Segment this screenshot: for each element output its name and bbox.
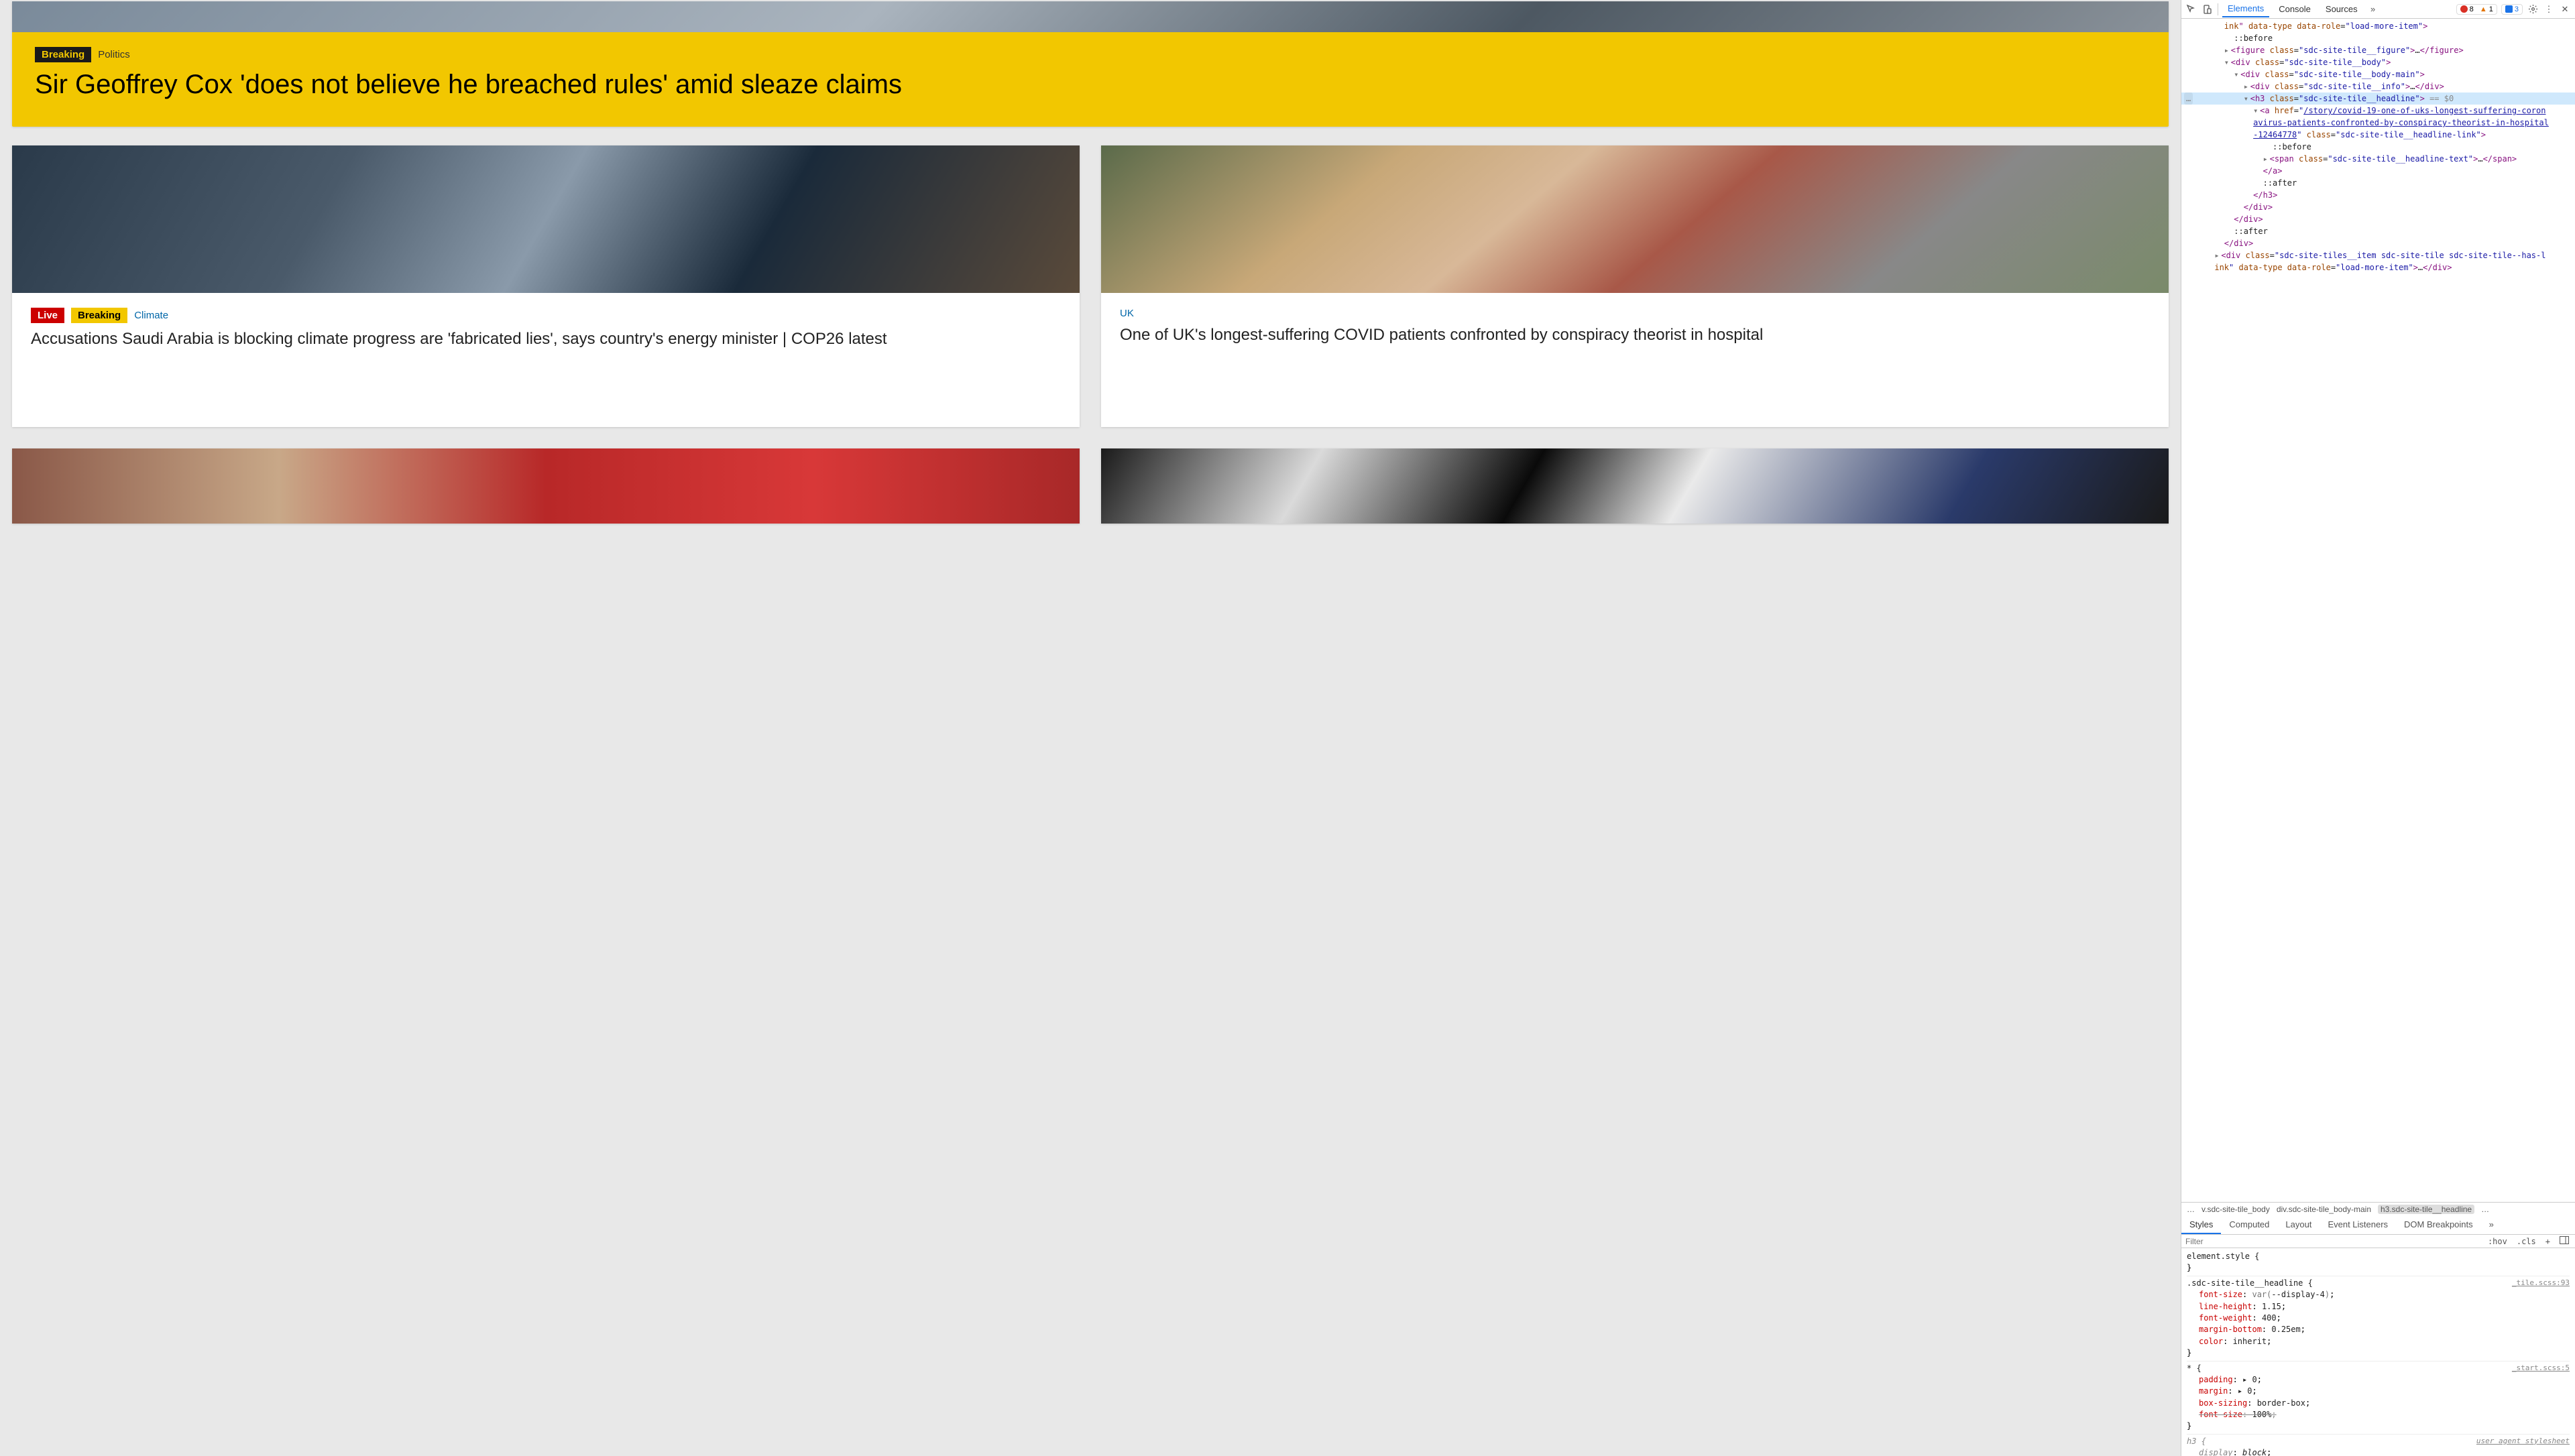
tab-styles[interactable]: Styles — [2181, 1216, 2221, 1234]
device-icon[interactable] — [2201, 3, 2214, 15]
devtools-toolbar: Elements Console Sources » 8 ▲1 3 ⋮ ✕ — [2181, 0, 2575, 19]
tile-image — [12, 448, 1080, 524]
styles-filter-bar: :hov .cls + — [2181, 1235, 2575, 1248]
source-link[interactable]: _start.scss:5 — [2512, 1363, 2570, 1374]
add-rule-button[interactable]: + — [2543, 1237, 2552, 1246]
styles-panel[interactable]: element.style { } _tile.scss:93 .sdc-sit… — [2181, 1248, 2575, 1456]
tile-image — [12, 145, 1080, 293]
tab-dom-breakpoints[interactable]: DOM Breakpoints — [2396, 1216, 2481, 1234]
category-link[interactable]: Politics — [98, 49, 130, 60]
hov-button[interactable]: :hov — [2486, 1237, 2509, 1246]
more-tabs-icon[interactable]: » — [2367, 3, 2379, 15]
cls-button[interactable]: .cls — [2515, 1237, 2538, 1246]
devtools-panel: Elements Console Sources » 8 ▲1 3 ⋮ ✕ in… — [2181, 0, 2575, 1456]
inspect-icon[interactable] — [2185, 3, 2197, 15]
tab-computed[interactable]: Computed — [2221, 1216, 2277, 1234]
tile-headline[interactable]: Accusations Saudi Arabia is blocking cli… — [31, 330, 1061, 349]
hero-tile[interactable]: Breaking Politics Sir Geoffrey Cox 'does… — [12, 1, 2169, 127]
tab-sources[interactable]: Sources — [2320, 1, 2363, 17]
category-link[interactable]: Climate — [134, 310, 168, 321]
hero-image — [12, 1, 2169, 32]
gear-icon[interactable] — [2527, 3, 2539, 15]
tile-headline[interactable]: One of UK's longest-suffering COVID pati… — [1120, 326, 2150, 345]
tab-elements[interactable]: Elements — [2222, 1, 2269, 17]
live-badge: Live — [31, 308, 64, 323]
article-tile[interactable] — [1101, 448, 2169, 524]
breaking-badge: Breaking — [71, 308, 127, 323]
category-link[interactable]: UK — [1120, 308, 1134, 319]
article-tile[interactable]: UK One of UK's longest-suffering COVID p… — [1101, 145, 2169, 427]
news-page: Breaking Politics Sir Geoffrey Cox 'does… — [0, 0, 2181, 1456]
source-link[interactable]: _tile.scss:93 — [2512, 1278, 2570, 1288]
dom-tree[interactable]: ink" data-type data-role="load-more-item… — [2181, 19, 2575, 1202]
article-tile[interactable] — [12, 448, 1080, 524]
article-tile[interactable]: Live Breaking Climate Accusations Saudi … — [12, 145, 1080, 427]
tab-layout[interactable]: Layout — [2277, 1216, 2320, 1234]
hero-headline[interactable]: Sir Geoffrey Cox 'does not believe he br… — [35, 69, 2146, 100]
breadcrumb[interactable]: … v.sdc-site-tile_body div.sdc-site-tile… — [2181, 1202, 2575, 1216]
tile-image — [1101, 145, 2169, 293]
error-counter[interactable]: 8 ▲1 — [2456, 4, 2497, 15]
kebab-icon[interactable]: ⋮ — [2543, 3, 2555, 15]
styles-tabs: Styles Computed Layout Event Listeners D… — [2181, 1216, 2575, 1235]
breaking-badge: Breaking — [35, 47, 91, 62]
sidebar-toggle-icon[interactable] — [2558, 1236, 2571, 1246]
more-tabs-icon[interactable]: » — [2481, 1216, 2502, 1234]
issues-counter[interactable]: 3 — [2501, 4, 2523, 15]
selected-dom-node[interactable]: … ▾<h3 class="sdc-site-tile__headline"> … — [2181, 93, 2575, 105]
tab-event-listeners[interactable]: Event Listeners — [2320, 1216, 2396, 1234]
tile-image — [1101, 448, 2169, 524]
tab-console[interactable]: Console — [2273, 1, 2316, 17]
close-icon[interactable]: ✕ — [2559, 3, 2571, 15]
filter-input[interactable] — [2185, 1237, 2480, 1246]
